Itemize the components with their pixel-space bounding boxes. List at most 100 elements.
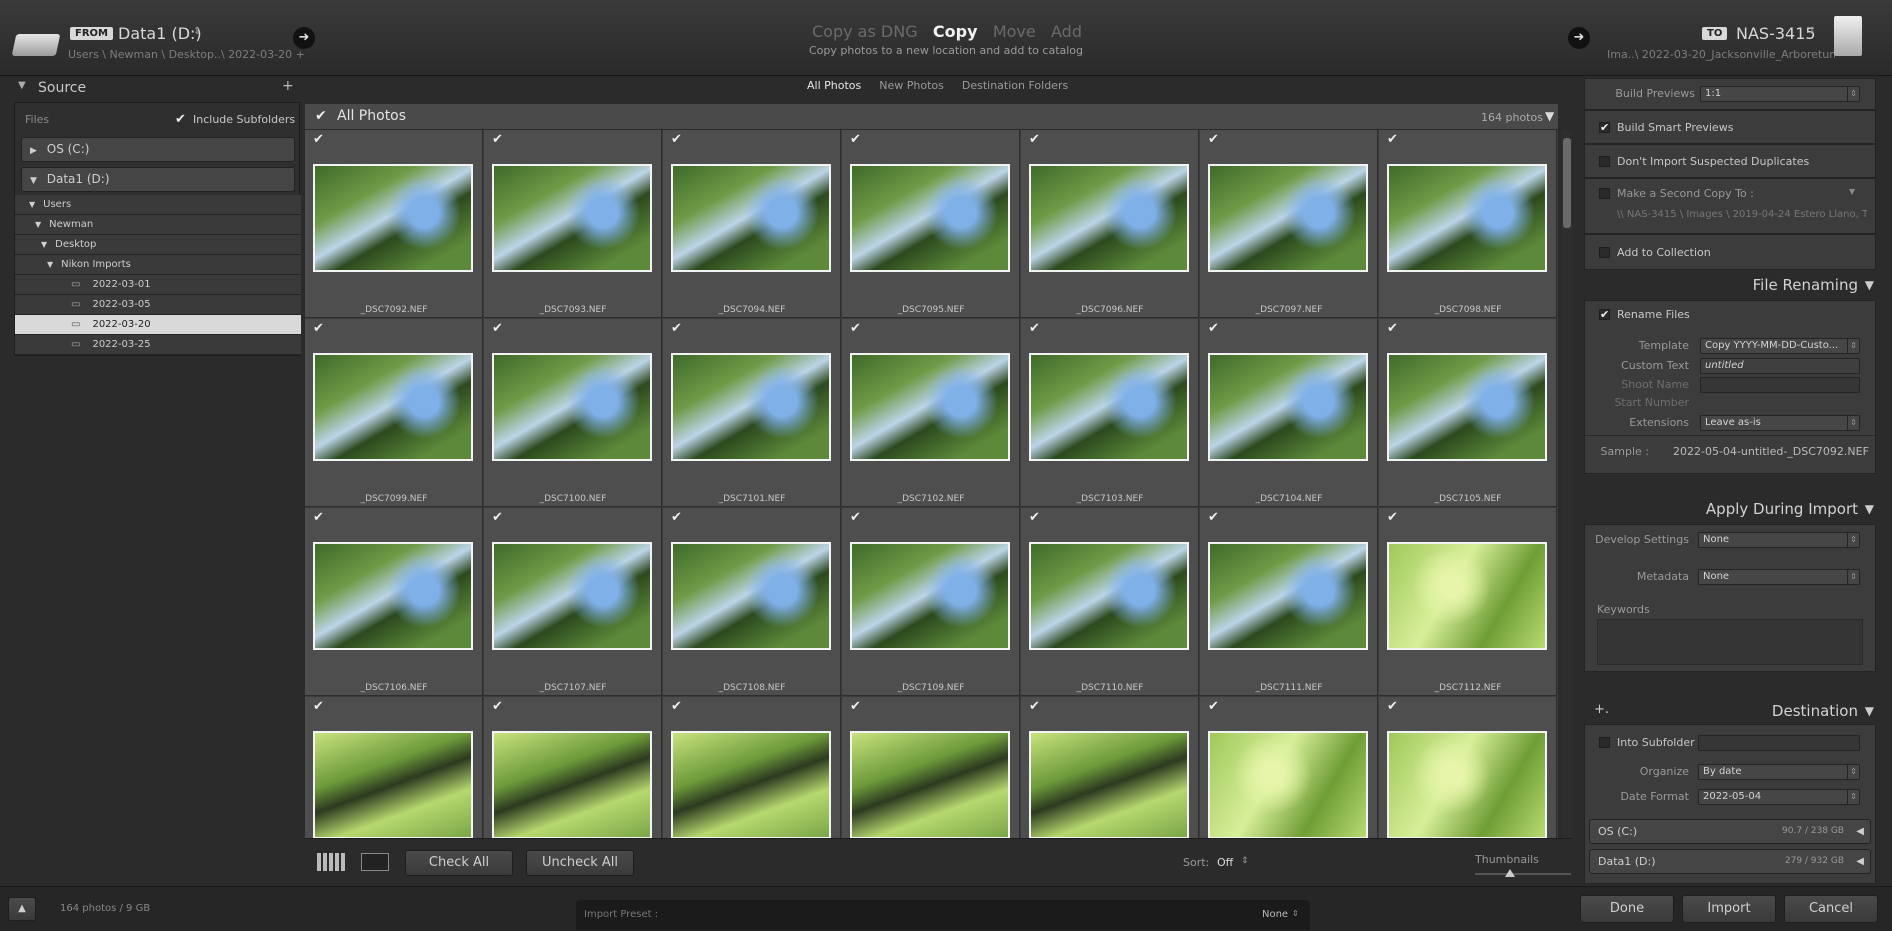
- date-format-select[interactable]: 2022-05-04 ⇕: [1698, 789, 1860, 805]
- photo-thumbnail[interactable]: [1387, 542, 1547, 650]
- photo-cell[interactable]: ✔: [663, 697, 841, 838]
- grid-menu-chevron-icon[interactable]: ▼: [1545, 109, 1554, 123]
- tab-destination-folders[interactable]: Destination Folders: [962, 79, 1068, 99]
- photo-thumbnail[interactable]: [1029, 353, 1189, 461]
- second-copy-checkbox[interactable]: [1599, 188, 1610, 199]
- thumbnail-slider-handle[interactable]: [1505, 869, 1515, 877]
- photo-cell[interactable]: ✔ _DSC7102.NEF: [842, 319, 1020, 507]
- photo-thumbnail[interactable]: [671, 542, 831, 650]
- volume-os-c[interactable]: ▶ OS (C:): [21, 137, 295, 162]
- photo-checkbox[interactable]: ✔: [492, 511, 504, 524]
- photo-checkbox[interactable]: ✔: [850, 322, 862, 335]
- photo-checkbox[interactable]: ✔: [850, 133, 862, 146]
- photo-thumbnail[interactable]: [671, 164, 831, 272]
- tree-item-desktop[interactable]: ▼ Desktop: [15, 235, 301, 255]
- destination-title[interactable]: Destination: [1772, 702, 1858, 720]
- photo-thumbnail[interactable]: [492, 731, 652, 838]
- photo-cell[interactable]: ✔ _DSC7093.NEF: [484, 130, 662, 318]
- photo-cell[interactable]: ✔ _DSC7101.NEF: [663, 319, 841, 507]
- uncheck-all-button[interactable]: Uncheck All: [526, 850, 634, 876]
- photo-cell[interactable]: ✔ _DSC7107.NEF: [484, 508, 662, 696]
- collapse-triangle-icon[interactable]: ▼: [1865, 502, 1874, 516]
- photo-thumbnail[interactable]: [1208, 353, 1368, 461]
- photo-cell[interactable]: ✔ _DSC7110.NEF: [1021, 508, 1199, 696]
- source-drive-chevron-icon[interactable]: ⇕: [193, 26, 201, 37]
- folder-2022-03-20[interactable]: ▭ 2022-03-20: [15, 315, 301, 335]
- photo-thumbnail[interactable]: [1208, 731, 1368, 838]
- dest-volume-data1-d[interactable]: Data1 (D:) 279 / 932 GB ◀: [1589, 849, 1871, 874]
- photo-thumbnail[interactable]: [1029, 164, 1189, 272]
- photo-thumbnail[interactable]: [492, 164, 652, 272]
- subfolder-name-field[interactable]: [1698, 735, 1860, 751]
- sort-chevron-icon[interactable]: ⇕: [1241, 856, 1249, 866]
- photo-checkbox[interactable]: ✔: [1208, 511, 1220, 524]
- photo-cell[interactable]: ✔: [1200, 697, 1378, 838]
- photo-checkbox[interactable]: ✔: [313, 700, 325, 713]
- file-renaming-title[interactable]: File Renaming: [1753, 276, 1858, 294]
- into-subfolder-checkbox[interactable]: [1599, 737, 1610, 748]
- mode-copy-as-dng[interactable]: Copy as DNG: [812, 22, 918, 44]
- photo-thumbnail[interactable]: [671, 731, 831, 838]
- source-path[interactable]: Users \ Newman \ Desktop..\ 2022-03-20 +: [68, 48, 305, 61]
- photo-cell[interactable]: ✔ _DSC7095.NEF: [842, 130, 1020, 318]
- include-subfolders-checkbox[interactable]: ✔: [175, 112, 186, 127]
- photo-cell[interactable]: ✔ _DSC7092.NEF: [305, 130, 483, 318]
- dest-path[interactable]: Ima..\ 2022-03-20_Jacksonville_Arboretum: [1607, 48, 1835, 61]
- develop-settings-select[interactable]: None ⇕: [1698, 532, 1860, 548]
- photo-cell[interactable]: ✔ _DSC7109.NEF: [842, 508, 1020, 696]
- photo-cell[interactable]: ✔ _DSC7104.NEF: [1200, 319, 1378, 507]
- metadata-select[interactable]: None ⇕: [1698, 569, 1860, 585]
- photo-checkbox[interactable]: ✔: [1208, 133, 1220, 146]
- organize-select[interactable]: By date ⇕: [1698, 764, 1860, 780]
- photo-checkbox[interactable]: ✔: [1387, 322, 1399, 335]
- photo-thumbnail[interactable]: [313, 542, 473, 650]
- scrollbar-thumb[interactable]: [1563, 138, 1571, 228]
- photo-thumbnail[interactable]: [1387, 731, 1547, 838]
- photo-checkbox[interactable]: ✔: [1387, 133, 1399, 146]
- photo-cell[interactable]: ✔ _DSC7112.NEF: [1379, 508, 1557, 696]
- source-header[interactable]: ▼ Source +: [14, 78, 300, 98]
- photo-cell[interactable]: ✔ _DSC7098.NEF: [1379, 130, 1557, 318]
- photo-thumbnail[interactable]: [492, 353, 652, 461]
- photo-thumbnail[interactable]: [850, 731, 1010, 838]
- loupe-view-icon[interactable]: [361, 853, 389, 871]
- tree-item-nikon-imports[interactable]: ▼ Nikon Imports: [15, 255, 301, 275]
- add-source-icon[interactable]: +: [282, 78, 294, 94]
- build-smart-previews-checkbox[interactable]: ✔: [1599, 122, 1610, 133]
- photo-checkbox[interactable]: ✔: [1029, 511, 1041, 524]
- photo-cell[interactable]: ✔ _DSC7111.NEF: [1200, 508, 1378, 696]
- photo-checkbox[interactable]: ✔: [1208, 322, 1220, 335]
- collapse-triangle-icon[interactable]: ▼: [1865, 704, 1874, 718]
- photo-thumbnail[interactable]: [1029, 542, 1189, 650]
- photo-cell[interactable]: ✔: [305, 697, 483, 838]
- dest-drive-selector[interactable]: NAS-3415: [1736, 24, 1816, 43]
- dont-import-duplicates-checkbox[interactable]: [1599, 156, 1610, 167]
- done-button[interactable]: Done: [1580, 895, 1674, 923]
- photo-checkbox[interactable]: ✔: [492, 700, 504, 713]
- photo-cell[interactable]: ✔ _DSC7106.NEF: [305, 508, 483, 696]
- extensions-select[interactable]: Leave as-is ⇕: [1700, 415, 1860, 431]
- cancel-button[interactable]: Cancel: [1784, 895, 1878, 923]
- photo-thumbnail[interactable]: [850, 353, 1010, 461]
- photo-cell[interactable]: ✔: [842, 697, 1020, 838]
- photo-cell[interactable]: ✔ _DSC7099.NEF: [305, 319, 483, 507]
- photo-cell[interactable]: ✔: [1021, 697, 1199, 838]
- photo-checkbox[interactable]: ✔: [313, 133, 325, 146]
- tree-item-users[interactable]: ▼ Users: [15, 195, 301, 215]
- photo-checkbox[interactable]: ✔: [671, 133, 683, 146]
- custom-text-field[interactable]: untitled: [1700, 358, 1860, 374]
- photo-checkbox[interactable]: ✔: [1387, 511, 1399, 524]
- collapse-triangle-icon[interactable]: ▼: [18, 80, 26, 91]
- photo-thumbnail[interactable]: [313, 164, 473, 272]
- dest-drive-chevron-icon[interactable]: ⇕: [1808, 26, 1816, 37]
- mode-copy[interactable]: Copy: [933, 22, 978, 44]
- rename-files-checkbox[interactable]: ✔: [1599, 309, 1610, 320]
- photo-checkbox[interactable]: ✔: [313, 511, 325, 524]
- photo-thumbnail[interactable]: [1387, 353, 1547, 461]
- grid-view-icon[interactable]: [317, 853, 347, 871]
- tab-new-photos[interactable]: New Photos: [879, 79, 944, 99]
- photo-cell[interactable]: ✔: [484, 697, 662, 838]
- photo-checkbox[interactable]: ✔: [1387, 700, 1399, 713]
- photo-thumbnail[interactable]: [671, 353, 831, 461]
- keywords-field[interactable]: [1597, 619, 1863, 665]
